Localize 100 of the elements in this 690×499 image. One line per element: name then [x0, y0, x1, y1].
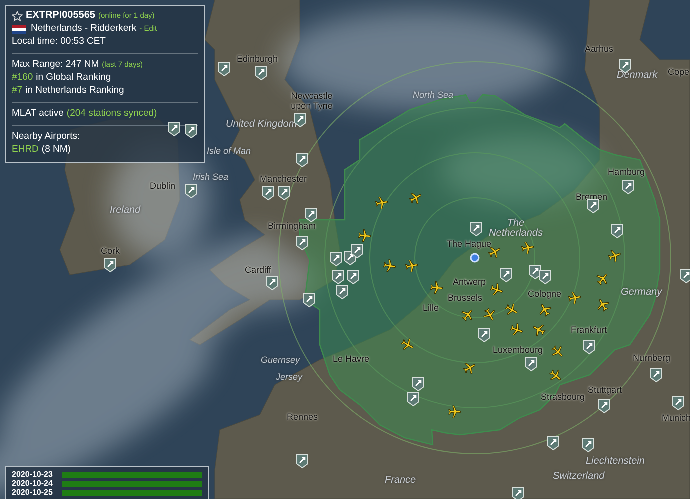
map-label: Ireland — [110, 206, 141, 216]
airport-icon[interactable] — [680, 269, 690, 284]
airport-icon[interactable] — [598, 399, 611, 414]
map-label: Edinburgh — [237, 54, 278, 64]
airport-icon[interactable] — [582, 438, 595, 453]
airport-icon[interactable] — [407, 392, 420, 407]
airport-link[interactable]: EHRD — [12, 144, 39, 156]
airport-icon[interactable] — [336, 285, 349, 300]
map-label: Manchester — [260, 174, 308, 184]
airport-icon[interactable] — [547, 436, 560, 451]
airplane-icon[interactable] — [596, 298, 610, 312]
ranking-label: in Global Ranking — [36, 72, 112, 84]
airport-icon[interactable] — [305, 208, 318, 223]
airport-icon[interactable] — [470, 222, 483, 237]
map-label: Frankfurt — [571, 325, 608, 335]
map-label: The Netherlands — [488, 219, 544, 239]
airport-icon[interactable] — [525, 357, 538, 372]
favorite-star-icon[interactable] — [12, 10, 23, 22]
airports-heading: Nearby Airports: — [12, 131, 80, 143]
airplane-icon[interactable] — [405, 259, 419, 273]
airport-icon[interactable] — [351, 244, 364, 259]
uptime-date: 2020-10-25 — [12, 489, 54, 497]
map-label: North Sea — [413, 90, 454, 100]
map-label: Liechtenstein — [586, 457, 645, 467]
airplane-icon[interactable] — [608, 249, 622, 263]
uptime-date: 2020-10-23 — [12, 471, 54, 479]
airplane-icon[interactable] — [358, 229, 372, 243]
airport-icon[interactable] — [278, 186, 291, 201]
airplane-icon[interactable] — [375, 196, 389, 210]
airplane-icon[interactable] — [490, 283, 504, 297]
airport-icon[interactable] — [296, 153, 309, 168]
airplane-icon[interactable] — [532, 323, 546, 337]
airplane-icon[interactable] — [461, 308, 475, 322]
station-marker[interactable] — [470, 253, 480, 263]
map-label: Bremen — [576, 192, 608, 202]
airplane-icon[interactable] — [596, 272, 610, 286]
airport-icon[interactable] — [611, 224, 624, 239]
airplane-icon[interactable] — [538, 303, 552, 317]
airport-icon[interactable] — [303, 293, 316, 308]
airport-icon[interactable] — [185, 184, 198, 199]
airport-icon[interactable] — [104, 258, 117, 273]
mlat-note: (204 stations synced) — [66, 108, 158, 120]
airplane-icon[interactable] — [510, 323, 524, 337]
airport-icon[interactable] — [347, 270, 360, 285]
map-label: Luxembourg — [493, 345, 544, 355]
map-label: Germany — [621, 288, 662, 298]
airplane-icon[interactable] — [448, 405, 462, 419]
map-label: Cope — [668, 67, 690, 77]
airport-icon[interactable] — [500, 268, 513, 283]
map-label: United Kingdom — [226, 120, 298, 130]
station-id: EXTRPI005565 — [26, 10, 96, 22]
airport-icon[interactable] — [332, 270, 345, 285]
airplane-icon[interactable] — [568, 291, 582, 305]
map-label: Nurnberg — [633, 353, 671, 363]
ranking-position: #7 — [12, 85, 23, 97]
ranking-label: in Netherlands Ranking — [26, 85, 124, 97]
local-time: Local time: 00:53 CET — [12, 36, 107, 48]
airport-icon[interactable] — [583, 340, 596, 355]
airport-icon[interactable] — [539, 270, 552, 285]
map-label: Brussels — [448, 293, 483, 303]
airport-icon[interactable] — [296, 236, 309, 251]
ranking-position: #160 — [12, 72, 34, 84]
airplane-icon[interactable] — [549, 369, 563, 383]
airplane-icon[interactable] — [409, 191, 423, 205]
airplane-icon[interactable] — [401, 338, 415, 352]
airport-icon[interactable] — [168, 122, 181, 137]
airport-icon[interactable] — [255, 66, 268, 81]
map-label: Strasbourg — [541, 392, 586, 402]
map-label: Denmark — [617, 71, 658, 81]
map-label: Dublin — [150, 181, 176, 191]
map-label: Newcastle upon Tyne — [290, 91, 334, 111]
map-label: France — [385, 476, 416, 486]
airport-icon[interactable] — [650, 368, 663, 383]
map-label: Cologne — [528, 289, 562, 299]
airport-icon[interactable] — [512, 487, 525, 499]
mlat-status: MLAT active — [12, 108, 64, 120]
airplane-icon[interactable] — [505, 303, 519, 317]
airport-icon[interactable] — [296, 454, 309, 469]
airplane-icon[interactable] — [521, 241, 535, 255]
airport-icon[interactable] — [218, 62, 231, 77]
airport-icon[interactable] — [330, 252, 343, 267]
map-label: Cardiff — [245, 265, 272, 275]
airport-distance: (8 NM) — [42, 144, 71, 156]
airport-icon[interactable] — [478, 328, 491, 343]
airport-icon[interactable] — [412, 377, 425, 392]
map-label: The Hague — [447, 239, 492, 249]
airplane-icon[interactable] — [551, 345, 565, 359]
station-location: Netherlands - Ridderkerk — [31, 23, 137, 35]
airport-icon[interactable] — [622, 180, 635, 195]
airport-icon[interactable] — [672, 396, 685, 411]
airplane-icon[interactable] — [463, 361, 477, 375]
map-label: Lille — [423, 303, 440, 313]
airport-icon[interactable] — [587, 199, 600, 214]
airport-icon[interactable] — [262, 186, 275, 201]
airplane-icon[interactable] — [383, 259, 397, 273]
airplane-icon[interactable] — [430, 281, 444, 295]
uptime-date: 2020-10-24 — [12, 480, 54, 488]
airport-icon[interactable] — [185, 124, 198, 139]
map-label: Cork — [101, 246, 120, 256]
airplane-icon[interactable] — [483, 308, 497, 322]
